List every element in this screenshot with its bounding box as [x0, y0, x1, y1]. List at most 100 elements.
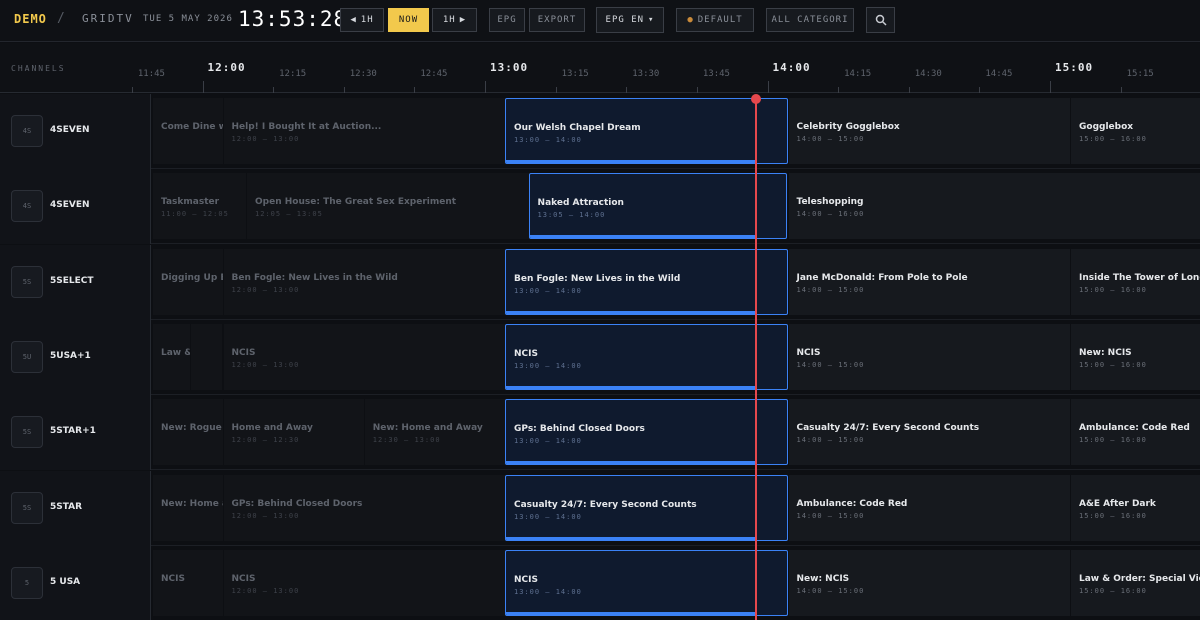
channel-row: Law & Or... NCIS 12:00 — 13:00 NCIS 13:00 — … — [0, 319, 1200, 395]
app-name: GRIDTV — [82, 12, 134, 25]
program-time: 13:00 — 14:00 — [514, 361, 582, 370]
program-block[interactable]: Celebrity Gogglebox 14:00 — 15:00 — [787, 98, 1070, 164]
program-block[interactable]: New: Home and Away 12:30 — 13:00 — [363, 399, 505, 466]
program-block[interactable]: Jane McDonald: From Pole to Pole 14:00 — … — [787, 248, 1070, 315]
program-title: Law & Or... — [161, 347, 190, 358]
program-block[interactable]: GPs: Behind Closed Doors 13:00 — 14:00 — [505, 399, 788, 466]
program-block[interactable]: Casualty 24/7: Every Second Counts 13:00 … — [505, 474, 788, 541]
program-progress-bar — [506, 310, 756, 314]
time-tick-mark — [767, 81, 769, 93]
channel-logo: 5S — [11, 265, 43, 298]
program-progress-bar — [506, 385, 756, 389]
time-tick-mark — [555, 87, 557, 93]
channel-row: New: Home an... GPs: Behind Closed Doors 1… — [0, 470, 1200, 546]
program-block[interactable]: New: Rogue Cl... — [152, 399, 223, 466]
program-block[interactable]: NCIS 12:00 — 13:00 — [222, 549, 505, 616]
time-tick-label: 13:45 — [702, 69, 730, 79]
program-block[interactable]: NCIS 13:00 — 14:00 — [505, 549, 788, 616]
program-time: 12:00 — 13:00 — [231, 135, 300, 143]
theme-button[interactable]: ● DEFAULT — [676, 8, 754, 32]
export-button[interactable]: EXPORT — [529, 8, 585, 32]
channel-row: New: Rogue Cl... Home and Away 12:00 — 12:… — [0, 395, 1200, 471]
program-block[interactable]: Law & Order: Special Victims 15:00 — 16:0… — [1070, 549, 1200, 616]
program-time: 12:00 — 13:00 — [231, 511, 300, 520]
channel-cell[interactable]: 5S 5STAR — [0, 470, 151, 546]
program-title: Ben Fogle: New Lives in the Wild — [231, 272, 398, 283]
channel-cell[interactable]: 5S 5STAR+1 — [0, 395, 151, 471]
epg-language-select[interactable]: EPG EN ▾ — [596, 7, 664, 33]
program-block[interactable]: Casualty 24/7: Every Second Counts 14:00 … — [787, 399, 1070, 466]
forward-1h-button[interactable]: 1H ▶ — [432, 8, 477, 32]
program-block[interactable]: Come Dine wit... — [152, 98, 223, 164]
program-time: 14:00 — 15:00 — [796, 511, 865, 520]
channel-name: 5 USA — [50, 576, 81, 587]
program-time: 14:00 — 15:00 — [796, 135, 865, 143]
brand-logo[interactable]: DEMO — [14, 12, 47, 26]
program-block[interactable] — [189, 323, 223, 390]
top-bar: DEMO / GRIDTV TUE 5 MAY 2026 13:53:28 ◀ … — [0, 0, 1200, 42]
category-filter[interactable]: ALL CATEGORI — [766, 8, 854, 32]
program-block[interactable]: Open House: The Great Sex Experiment 12:0… — [246, 173, 529, 240]
channel-logo: 4S — [11, 115, 43, 147]
channel-row: Digging Up Brit...Ben Fogle: New Lives i… — [0, 244, 1200, 320]
search-button[interactable] — [866, 7, 895, 33]
epg-button[interactable]: EPG — [489, 8, 525, 32]
program-time: 12:00 — 13:00 — [231, 586, 300, 595]
program-block[interactable]: Law & Or... — [152, 323, 190, 390]
program-block[interactable]: Naked Attraction 13:05 — 14:00 — [528, 173, 788, 240]
program-block[interactable]: Ben Fogle: New Lives in the Wild 12:00 — … — [222, 248, 505, 315]
time-tick-mark — [908, 87, 910, 93]
program-time: 13:00 — 14:00 — [514, 437, 582, 446]
program-block[interactable]: Taskmaster 11:00 — 12:05 — [152, 173, 247, 240]
program-block[interactable]: Teleshopping 14:00 — 16:00 — [787, 173, 1200, 240]
program-block[interactable]: Ben Fogle: New Lives in the Wild 13:00 — … — [505, 248, 788, 315]
program-block[interactable]: New: NCIS 15:00 — 16:00 — [1070, 323, 1200, 390]
program-block[interactable]: Ambulance: Code Red 15:00 — 16:00 — [1070, 399, 1200, 466]
program-block[interactable]: A&E After Dark 15:00 — 16:00 — [1070, 474, 1200, 541]
breadcrumb-separator: / — [57, 11, 65, 26]
program-time: 15:00 — 16:00 — [1079, 586, 1147, 595]
program-block[interactable]: Home and Away 12:00 — 12:30 — [222, 399, 364, 466]
program-title: Gogglebox — [1079, 122, 1134, 132]
now-button[interactable]: NOW — [388, 8, 429, 32]
program-block[interactable]: New: NCIS 14:00 — 15:00 — [787, 549, 1070, 616]
program-block[interactable]: Digging Up Brit... — [152, 248, 223, 315]
program-block[interactable]: Inside The Tower of London 15:00 — 16:00 — [1070, 248, 1200, 315]
time-tick-label: 13:15 — [561, 69, 589, 79]
program-time: 12:00 — 12:30 — [231, 436, 300, 445]
program-block[interactable]: Help! I Bought It at Auction... 12:00 — 1… — [222, 98, 505, 164]
program-block[interactable]: New: Home an... — [152, 474, 223, 541]
program-title: Inside The Tower of London — [1079, 272, 1200, 283]
time-tick-mark — [979, 87, 981, 93]
channel-row: NCIS NCIS 12:00 — 13:00 NCIS 13:00 — 14:00 Ne… — [0, 545, 1200, 620]
program-block[interactable]: NCIS 12:00 — 13:00 — [222, 323, 505, 390]
current-clock: 13:53:28 — [238, 7, 348, 31]
program-block[interactable]: Ambulance: Code Red 14:00 — 15:00 — [787, 474, 1070, 541]
channel-cell[interactable]: 5S 5SELECT — [0, 244, 151, 320]
time-tick-mark — [414, 87, 416, 93]
channel-cell[interactable]: 5 5 USA — [0, 545, 151, 620]
channel-cell[interactable]: 4S 4SEVEN — [0, 169, 151, 245]
channel-cell[interactable]: 4S 4SEVEN — [0, 94, 151, 169]
program-block[interactable]: Our Welsh Chapel Dream 13:00 — 14:00 — [505, 98, 788, 164]
channel-name: 5SELECT — [50, 275, 94, 286]
program-time: 12:00 — 13:00 — [231, 360, 300, 369]
program-time: 15:00 — 16:00 — [1079, 436, 1147, 445]
channel-name: 5STAR+1 — [50, 426, 96, 437]
program-block[interactable]: NCIS — [152, 549, 223, 616]
time-tick-mark — [696, 87, 698, 93]
time-tick-label: 14:00 — [772, 61, 811, 74]
time-tick-mark — [273, 87, 275, 93]
program-block[interactable]: Gogglebox 15:00 — 16:00 — [1070, 98, 1200, 164]
program-title: New: NCIS — [796, 573, 850, 584]
program-block[interactable]: NCIS 13:00 — 14:00 — [505, 323, 788, 390]
program-time: 15:00 — 16:00 — [1079, 135, 1147, 143]
program-block[interactable]: GPs: Behind Closed Doors 12:00 — 13:00 — [222, 474, 505, 541]
channel-cell[interactable]: 5U 5USA+1 — [0, 319, 151, 395]
program-block[interactable]: NCIS 14:00 — 15:00 — [787, 323, 1070, 390]
program-title: Jane McDonald: From Pole to Pole — [796, 272, 968, 283]
program-title: GPs: Behind Closed Doors — [514, 424, 645, 435]
program-title: Help! I Bought It at Auction... — [231, 122, 382, 132]
program-title: Law & Order: Special Victims — [1079, 573, 1200, 584]
back-1h-button[interactable]: ◀ 1H — [340, 8, 384, 32]
